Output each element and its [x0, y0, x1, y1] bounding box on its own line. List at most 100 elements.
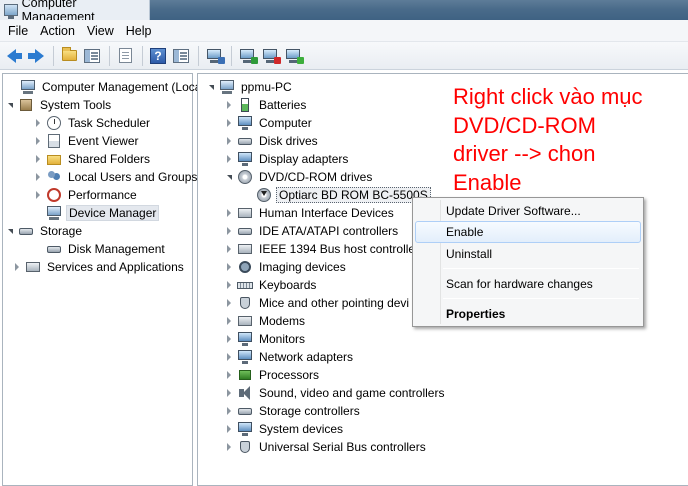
expand-arrow-icon[interactable]	[33, 136, 43, 146]
help-button[interactable]: ?	[148, 46, 168, 66]
device-category-computer[interactable]: Computer	[224, 114, 314, 132]
expand-arrow-icon[interactable]	[5, 100, 15, 110]
menu-item-uninstall[interactable]: Uninstall	[415, 243, 641, 265]
expand-arrow-icon[interactable]	[224, 154, 234, 164]
expand-arrow-icon[interactable]	[224, 334, 234, 344]
device-category-storage-controllers[interactable]: Storage controllers	[224, 402, 362, 420]
properties-panel-button[interactable]	[171, 46, 191, 66]
back-button[interactable]	[3, 46, 23, 66]
device-category-usb[interactable]: Universal Serial Bus controllers	[224, 438, 428, 456]
expand-arrow-icon[interactable]	[224, 100, 234, 110]
expand-arrow-icon[interactable]	[224, 262, 234, 272]
menu-item-update-driver[interactable]: Update Driver Software...	[415, 200, 641, 222]
device-optiarc-bd-rom[interactable]: Optiarc BD ROM BC-5500S	[256, 186, 431, 204]
tree-item-event-viewer[interactable]: Event Viewer	[33, 132, 140, 150]
expand-arrow-icon[interactable]	[224, 172, 234, 182]
expand-arrow-icon[interactable]	[224, 370, 234, 380]
expand-arrow-icon[interactable]	[206, 82, 216, 92]
device-category-dvd-drives[interactable]: DVD/CD-ROM drives	[224, 168, 374, 186]
tree-item-local-users[interactable]: Local Users and Groups	[33, 168, 199, 186]
device-category-processors[interactable]: Processors	[224, 366, 321, 384]
update-driver-icon	[239, 48, 258, 64]
tree-item-services[interactable]: Services and Applications	[12, 258, 186, 276]
device-category-monitors[interactable]: Monitors	[224, 330, 307, 348]
device-category-modems[interactable]: Modems	[224, 312, 307, 330]
expand-arrow-icon[interactable]	[224, 406, 234, 416]
tree-item-label: DVD/CD-ROM drives	[259, 170, 373, 184]
expand-arrow-icon[interactable]	[12, 262, 22, 272]
expand-arrow-icon[interactable]	[33, 154, 43, 164]
uninstall-icon	[262, 48, 281, 64]
back-icon	[6, 48, 22, 63]
expand-arrow-icon[interactable]	[224, 316, 234, 326]
device-category-system-devices[interactable]: System devices	[224, 420, 345, 438]
expand-arrow-icon[interactable]	[33, 172, 43, 182]
toolbar-separator	[109, 45, 110, 66]
tree-item-task-scheduler[interactable]: Task Scheduler	[33, 114, 152, 132]
disk-drive-icon	[237, 133, 253, 149]
menu-view[interactable]: View	[81, 21, 120, 41]
expand-arrow-icon[interactable]	[224, 208, 234, 218]
tree-item-disk-management[interactable]: Disk Management	[33, 240, 167, 258]
forward-button[interactable]	[26, 46, 46, 66]
folder-icon	[46, 151, 62, 167]
tree-item-shared-folders[interactable]: Shared Folders	[33, 150, 152, 168]
enable-device-button[interactable]	[283, 46, 304, 66]
device-category-keyboards[interactable]: Keyboards	[224, 276, 318, 294]
tree-item-device-manager[interactable]: Device Manager	[33, 204, 160, 222]
device-category-sound[interactable]: Sound, video and game controllers	[224, 384, 446, 402]
toolbar: ?	[0, 42, 688, 70]
device-category-imaging[interactable]: Imaging devices	[224, 258, 348, 276]
device-category-disk-drives[interactable]: Disk drives	[224, 132, 320, 150]
device-category-mice[interactable]: Mice and other pointing devi	[224, 294, 411, 312]
device-category-batteries[interactable]: Batteries	[224, 96, 308, 114]
processor-icon	[237, 367, 253, 383]
tree-item-system-tools[interactable]: System Tools	[5, 96, 113, 114]
menu-item-properties[interactable]: Properties	[415, 303, 641, 325]
expand-arrow-icon[interactable]	[224, 424, 234, 434]
up-folder-button[interactable]	[59, 46, 79, 66]
device-category-ieee1394[interactable]: IEEE 1394 Bus host controllers	[224, 240, 427, 258]
expand-arrow-icon[interactable]	[224, 136, 234, 146]
context-menu: Update Driver Software... Enable Uninsta…	[412, 197, 644, 327]
expand-arrow-icon[interactable]	[33, 190, 43, 200]
uninstall-button[interactable]	[260, 46, 281, 66]
toolbar-separator	[231, 45, 232, 66]
expand-arrow-icon[interactable]	[224, 388, 234, 398]
ieee1394-icon	[237, 241, 253, 257]
scan-hardware-button[interactable]	[204, 46, 225, 66]
export-list-button[interactable]	[115, 46, 135, 66]
modem-icon	[237, 313, 253, 329]
tree-item-label: Computer	[259, 116, 312, 130]
expand-arrow-icon[interactable]	[224, 352, 234, 362]
menu-item-scan-hardware[interactable]: Scan for hardware changes	[415, 273, 641, 295]
menu-file[interactable]: File	[2, 21, 34, 41]
expand-arrow-icon[interactable]	[224, 280, 234, 290]
expand-arrow-icon[interactable]	[224, 244, 234, 254]
device-root[interactable]: ppmu-PC	[206, 78, 294, 96]
tree-item-storage[interactable]: Storage	[5, 222, 84, 240]
device-category-network[interactable]: Network adapters	[224, 348, 355, 366]
ide-controller-icon	[237, 223, 253, 239]
tree-item-computer-management[interactable]: Computer Management (Local	[7, 78, 206, 96]
expand-arrow-icon[interactable]	[224, 118, 234, 128]
show-hide-tree-button[interactable]	[82, 46, 102, 66]
computer-icon	[237, 115, 253, 131]
update-driver-button[interactable]	[237, 46, 258, 66]
menu-item-enable[interactable]: Enable	[415, 221, 641, 243]
computer-management-icon	[4, 4, 18, 19]
device-category-hid[interactable]: Human Interface Devices	[224, 204, 396, 222]
tree-item-label: Display adapters	[259, 152, 349, 166]
menu-help[interactable]: Help	[120, 21, 158, 41]
expand-arrow-icon[interactable]	[33, 118, 43, 128]
expand-arrow-icon[interactable]	[5, 226, 15, 236]
device-category-ide[interactable]: IDE ATA/ATAPI controllers	[224, 222, 400, 240]
menu-action[interactable]: Action	[34, 21, 81, 41]
expand-arrow-icon[interactable]	[224, 226, 234, 236]
expand-arrow-icon[interactable]	[224, 442, 234, 452]
expand-arrow-icon[interactable]	[224, 298, 234, 308]
tree-item-label: Batteries	[259, 98, 307, 112]
device-category-display-adapters[interactable]: Display adapters	[224, 150, 350, 168]
instruction-annotation: Right click vào mục DVD/CD-ROM driver --…	[453, 83, 685, 197]
tree-item-performance[interactable]: Performance	[33, 186, 139, 204]
